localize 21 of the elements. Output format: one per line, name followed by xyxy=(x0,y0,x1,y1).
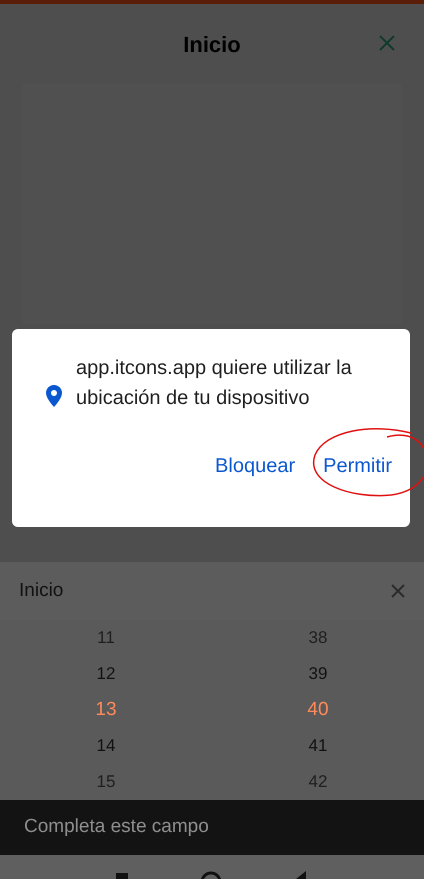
picker-value[interactable]: 11 xyxy=(97,625,115,651)
picker-value[interactable]: 15 xyxy=(96,769,116,795)
dialog-button[interactable]: Bloquear xyxy=(215,451,296,481)
permission-message: app.itcons.app quiere utilizar la ubicación de tu dispositivo xyxy=(76,356,353,411)
picker-value[interactable]: 41 xyxy=(308,733,328,759)
sheet-title: Inicio xyxy=(19,578,64,603)
location-pin-icon xyxy=(46,385,62,407)
dialog-button[interactable]: Permitir xyxy=(323,451,392,481)
picker-value[interactable]: 39 xyxy=(308,661,328,687)
picker-value[interactable]: 42 xyxy=(308,769,328,795)
picker-value[interactable]: 12 xyxy=(96,661,116,687)
close-icon[interactable] xyxy=(391,584,405,598)
picker-value[interactable]: 13 xyxy=(95,696,117,724)
close-icon[interactable] xyxy=(378,34,396,52)
home-icon[interactable] xyxy=(200,871,222,879)
picker-value[interactable]: 40 xyxy=(307,696,329,724)
picker-value[interactable]: 14 xyxy=(96,733,116,759)
snackbar-message: Completa este campo xyxy=(24,815,209,840)
picker-value[interactable]: 38 xyxy=(308,625,328,651)
back-icon[interactable] xyxy=(296,871,306,879)
page-title: Inicio xyxy=(183,30,241,58)
